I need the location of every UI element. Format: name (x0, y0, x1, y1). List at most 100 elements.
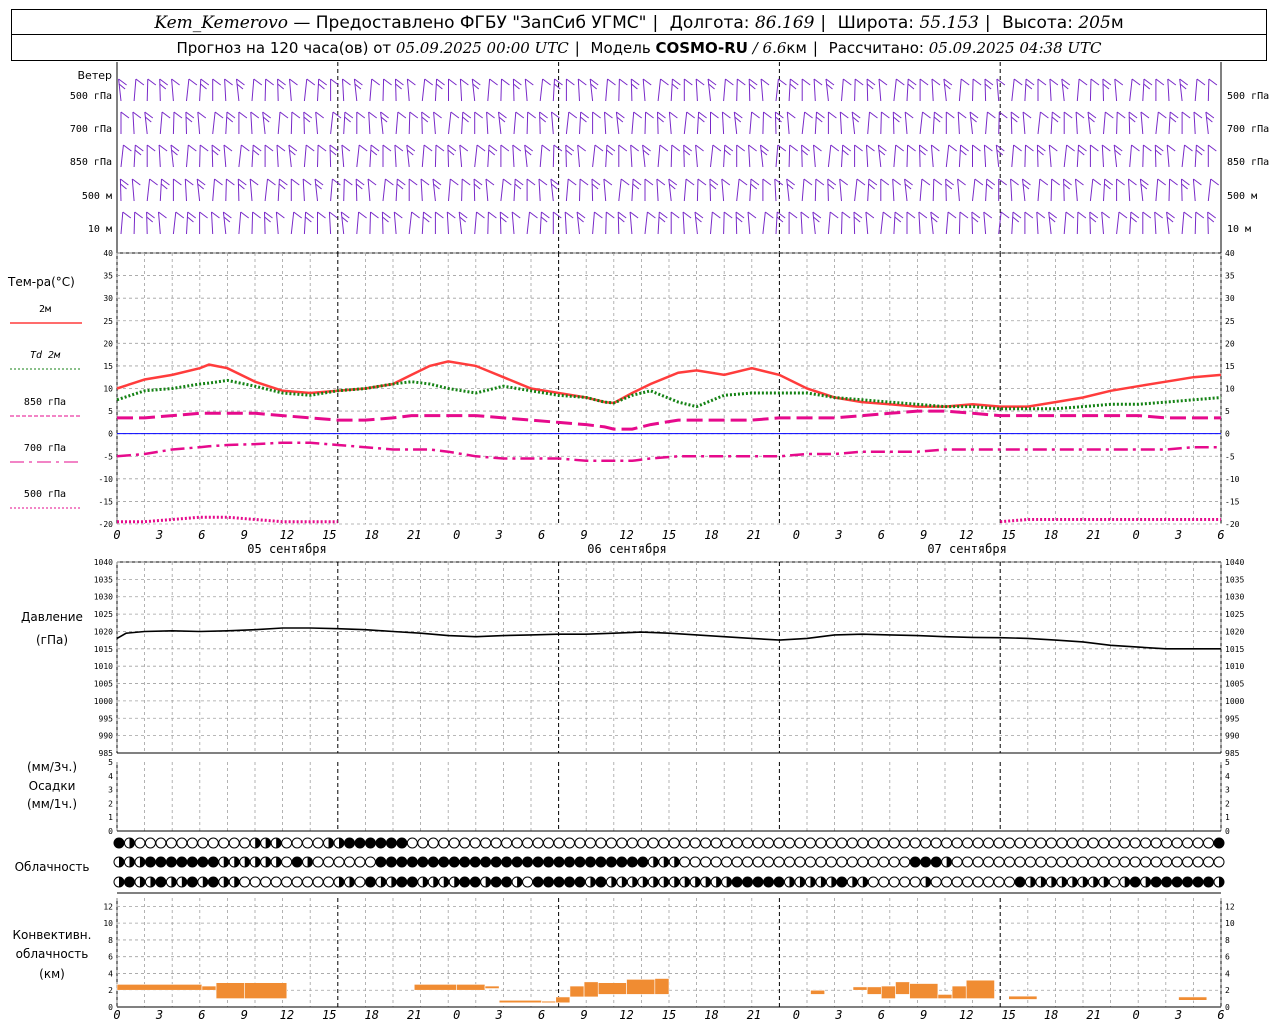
wind-barb-flag-half (1025, 83, 1033, 90)
cloud-circle (899, 876, 911, 888)
wind-barb-staff (159, 78, 161, 102)
wind-barb (1050, 111, 1061, 135)
wind-barb-flag (736, 144, 746, 152)
wind-barb-staff (696, 111, 700, 135)
wind-barb (892, 178, 902, 202)
temp-tick-left: 35 (103, 272, 113, 281)
wind-barb (565, 144, 575, 168)
temp-tick-left: 40 (103, 249, 113, 258)
wind-barb (683, 111, 696, 135)
cloud-circle (616, 856, 628, 868)
wind-barb-staff (1075, 178, 1078, 202)
wind-barb-flag (161, 178, 170, 186)
wind-barb-staff (1142, 78, 1145, 102)
wind-barb (447, 144, 457, 168)
cloud-half-fill (276, 838, 282, 848)
convective-bar (555, 996, 571, 1004)
cloud-symbol (1171, 837, 1183, 849)
wind-barb-flag (511, 211, 521, 219)
wind-barb-flag-half (422, 216, 430, 223)
wind-barb-staff (1194, 78, 1198, 102)
wind-barb-flag (1157, 178, 1166, 186)
convective-title-line1: Конвективн. (13, 928, 92, 942)
wind-barb-flag (906, 211, 916, 219)
cloud-symbol (721, 837, 733, 849)
wind-barb-staff (222, 211, 227, 235)
cloud-half-fill (831, 877, 837, 887)
wind-barb-staff (985, 111, 988, 135)
cloud-symbol (228, 876, 240, 888)
cloud-half-fill (485, 877, 491, 887)
wind-barb (1089, 144, 1099, 167)
wind-barb-staff (839, 111, 842, 135)
wind-barb-flag (396, 178, 406, 186)
cloud-circle (888, 876, 900, 888)
wind-barb (1129, 144, 1140, 168)
cloud-symbol (532, 856, 544, 868)
cloud-symbol (438, 856, 450, 868)
cloud-half-fill (716, 877, 722, 887)
cloud-circle (710, 837, 722, 849)
pressure-tick-right: 1020 (1225, 627, 1244, 636)
cloud-circle (1182, 856, 1194, 868)
wind-barb-staff (865, 211, 869, 235)
wind-barb-staff (1179, 78, 1183, 102)
wind-barb-flag (276, 211, 285, 219)
wind-barb-staff (958, 78, 962, 102)
wind-barb (591, 178, 601, 202)
wind-barb-flag-half (1063, 183, 1071, 190)
convective-bar (866, 986, 882, 995)
wind-barb-flag (866, 78, 876, 86)
wind-barb (132, 111, 142, 135)
precip-tick-left: 1 (108, 813, 113, 822)
wind-barb-staff (1139, 178, 1144, 202)
cloud-circle (1087, 837, 1099, 849)
wind-barb-flag-half (853, 216, 861, 223)
cloud-symbol (1014, 856, 1026, 868)
wind-barb-staff (906, 144, 909, 168)
wind-barb-flag-half (671, 83, 679, 90)
wind-barb-staff (775, 144, 779, 168)
wind-barb-staff (342, 78, 345, 102)
wind-barb (1207, 144, 1217, 167)
wind-barb-staff (264, 78, 267, 102)
cloud-circle (1108, 856, 1120, 868)
wind-barb-staff (814, 111, 817, 135)
pressure-tick-left: 1005 (94, 680, 113, 689)
wind-barb (290, 178, 300, 201)
wind-barb-staff (919, 111, 923, 135)
wind-barb-staff (1049, 78, 1052, 102)
wind-barb-flag-half (187, 216, 194, 223)
wind-barb-staff (539, 78, 544, 102)
pressure-tick-left: 985 (99, 749, 114, 758)
wind-barb-flag (1142, 211, 1152, 219)
wind-barb-staff (618, 78, 620, 102)
wind-panel-title: Ветер (78, 69, 112, 82)
cloud-symbol (197, 876, 209, 888)
cloud-circle (1140, 837, 1152, 849)
date-label: 07 сентября (927, 542, 1006, 556)
wind-barb-flag (698, 111, 707, 119)
wind-barb (238, 144, 250, 168)
temp-tick-left: 25 (103, 317, 113, 326)
wind-barb-flag (1105, 111, 1114, 119)
cloud-circle (543, 837, 555, 849)
cloud-half-fill (611, 877, 617, 887)
wind-barb-staff (146, 78, 149, 102)
wind-barb-staff (461, 178, 463, 202)
cloud-symbol (878, 837, 890, 849)
cloud-symbol (909, 876, 921, 888)
wind-barb-staff (1089, 178, 1094, 202)
cloud-circle (522, 876, 534, 888)
wind-barb-flag (291, 111, 301, 119)
wind-barb-flag (158, 211, 167, 219)
wind-barb (827, 211, 839, 235)
wind-barb (199, 144, 209, 168)
wind-barb (1076, 78, 1088, 102)
cloud-circle (962, 876, 974, 888)
wind-barb-flag-half (1104, 183, 1111, 190)
cloud-circle (595, 856, 607, 868)
wind-barb (277, 111, 289, 135)
wind-barb-flag-half (919, 149, 926, 156)
wind-barb-flag-half (355, 183, 363, 190)
